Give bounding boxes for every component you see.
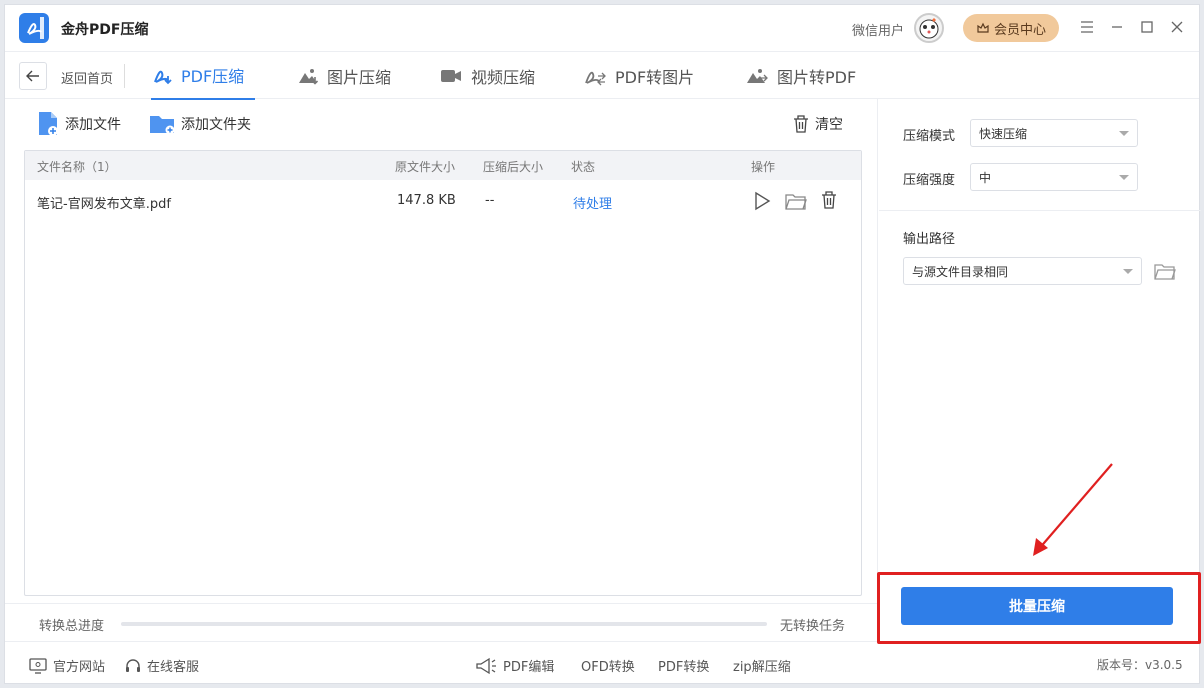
app-title: 金舟PDF压缩 (61, 22, 149, 38)
progress-bar (121, 622, 767, 626)
tab-video-compress[interactable]: 视频压缩 (439, 52, 535, 100)
minimize-icon[interactable] (1105, 15, 1129, 39)
tab-label: 图片转PDF (777, 68, 857, 87)
footer: 官方网站 在线客服 PDF编辑 OFD转换 PDF转换 zip解压缩 版本号：v… (5, 641, 1199, 685)
tab-label: PDF压缩 (181, 67, 245, 86)
image-to-pdf-icon (747, 69, 768, 83)
headset-icon (126, 658, 140, 672)
maximize-icon[interactable] (1135, 15, 1159, 39)
orig-size: 147.8 KB (397, 193, 456, 208)
add-folder-icon (150, 116, 175, 135)
browse-folder-icon[interactable] (1154, 261, 1176, 281)
pdf-edit-label: PDF编辑 (503, 660, 555, 675)
play-icon[interactable] (753, 191, 773, 211)
output-label: 输出路径 (903, 232, 956, 247)
mode-value: 快速压缩 (979, 126, 1028, 141)
file-name: 笔记-官网发布文章.pdf (37, 197, 171, 212)
tab-label: 图片压缩 (327, 68, 392, 87)
table-header: 文件名称（1） 原文件大小 压缩后大小 状态 操作 (25, 151, 861, 180)
annotation-arrow (1033, 463, 1113, 556)
close-icon[interactable] (1165, 15, 1189, 39)
app-logo-icon (19, 13, 49, 43)
avatar[interactable] (914, 13, 944, 43)
strength-value: 中 (979, 170, 992, 185)
tab-pdf-to-image[interactable]: PDF转图片 (583, 52, 694, 100)
chevron-down-icon (1119, 175, 1129, 180)
col-file-name[interactable]: 文件名称（1） (37, 158, 117, 175)
col-ops: 操作 (751, 160, 776, 174)
support-label: 在线客服 (147, 660, 200, 675)
add-folder-label: 添加文件夹 (181, 117, 251, 133)
mode-select[interactable]: 快速压缩 (970, 119, 1138, 147)
strength-select[interactable]: 中 (970, 163, 1138, 191)
add-folder-button[interactable]: 添加文件夹 (149, 109, 251, 139)
pdf-compress-icon (154, 70, 172, 85)
pdf-convert-label: PDF转换 (658, 660, 710, 675)
open-folder-icon[interactable] (785, 191, 807, 211)
strength-label: 压缩强度 (903, 173, 956, 188)
chevron-down-icon (1123, 269, 1133, 274)
pdf-convert-link[interactable]: PDF转换 (658, 656, 709, 675)
crown-icon (977, 22, 989, 33)
status-pending[interactable]: 待处理 (573, 193, 612, 212)
version-label: 版本号：v3.0.5 (1097, 658, 1183, 672)
col-comp-size[interactable]: 压缩后大小 (483, 158, 543, 175)
file-table: 文件名称（1） 原文件大小 压缩后大小 状态 操作 笔记-官网发布文章.pdf … (24, 150, 862, 596)
support-link[interactable]: 在线客服 (125, 656, 199, 675)
progress-label: 转换总进度 (39, 619, 105, 634)
add-file-button[interactable]: 添加文件 (37, 109, 121, 139)
pdf-to-image-icon (585, 71, 606, 86)
zip-extract-link[interactable]: zip解压缩 (733, 656, 791, 675)
ofd-convert-label: OFD转换 (581, 660, 635, 675)
delete-icon[interactable] (821, 191, 841, 211)
vip-center-button[interactable]: 会员中心 (963, 14, 1059, 42)
col-orig-size[interactable]: 原文件大小 (395, 158, 455, 175)
col-status: 状态 (571, 160, 596, 174)
progress-status: 无转换任务 (780, 619, 846, 634)
add-file-label: 添加文件 (65, 117, 121, 133)
user-name[interactable]: 微信用户 (852, 20, 904, 39)
official-site-link[interactable]: 官方网站 (29, 656, 105, 675)
zip-extract-label: zip解压缩 (733, 660, 791, 675)
arrow-left-icon (26, 70, 39, 82)
chevron-down-icon (1119, 131, 1129, 136)
clear-button[interactable]: 清空 (793, 109, 843, 139)
output-path-select[interactable]: 与源文件目录相同 (903, 257, 1142, 285)
tab-label: PDF转图片 (615, 68, 695, 87)
tab-label: 视频压缩 (471, 68, 536, 87)
batch-compress-button[interactable]: 批量压缩 (901, 587, 1173, 625)
mode-label: 压缩模式 (903, 129, 956, 144)
tab-image-compress[interactable]: 图片压缩 (297, 52, 391, 100)
settings-divider (879, 210, 1201, 211)
tab-pdf-compress[interactable]: PDF压缩 (151, 52, 255, 100)
vip-center-label: 会员中心 (993, 22, 1046, 38)
file-panel: 添加文件 添加文件夹 清空 文件名称（1） 原文件大小 压缩后大小 状态 操作 … (5, 99, 878, 641)
monitor-icon (29, 657, 47, 674)
comp-size: -- (485, 193, 495, 208)
pdf-edit-link[interactable]: PDF编辑 (475, 656, 554, 675)
trash-icon (794, 115, 808, 133)
tab-image-to-pdf[interactable]: 图片转PDF (745, 52, 856, 100)
menu-icon[interactable] (1075, 15, 1099, 39)
image-compress-icon (299, 69, 319, 85)
back-button[interactable] (19, 62, 47, 90)
output-path-value: 与源文件目录相同 (912, 264, 1009, 279)
video-compress-icon (441, 70, 461, 82)
ofd-convert-link[interactable]: OFD转换 (581, 656, 635, 675)
progress-row: 转换总进度 无转换任务 (5, 603, 878, 641)
megaphone-icon (476, 657, 496, 674)
top-nav: 返回首页 PDF压缩 图片压缩 视频压缩 PDF转图片 图片转PDF (5, 51, 1199, 100)
add-file-icon (39, 112, 58, 136)
official-site-label: 官方网站 (53, 660, 106, 675)
clear-label: 清空 (815, 117, 843, 133)
back-home-link[interactable]: 返回首页 (61, 68, 113, 87)
title-bar: 金舟PDF压缩 微信用户 会员中心 (5, 5, 1199, 51)
table-row[interactable]: 笔记-官网发布文章.pdf 147.8 KB -- 待处理 (25, 180, 861, 222)
nav-divider (124, 64, 125, 88)
